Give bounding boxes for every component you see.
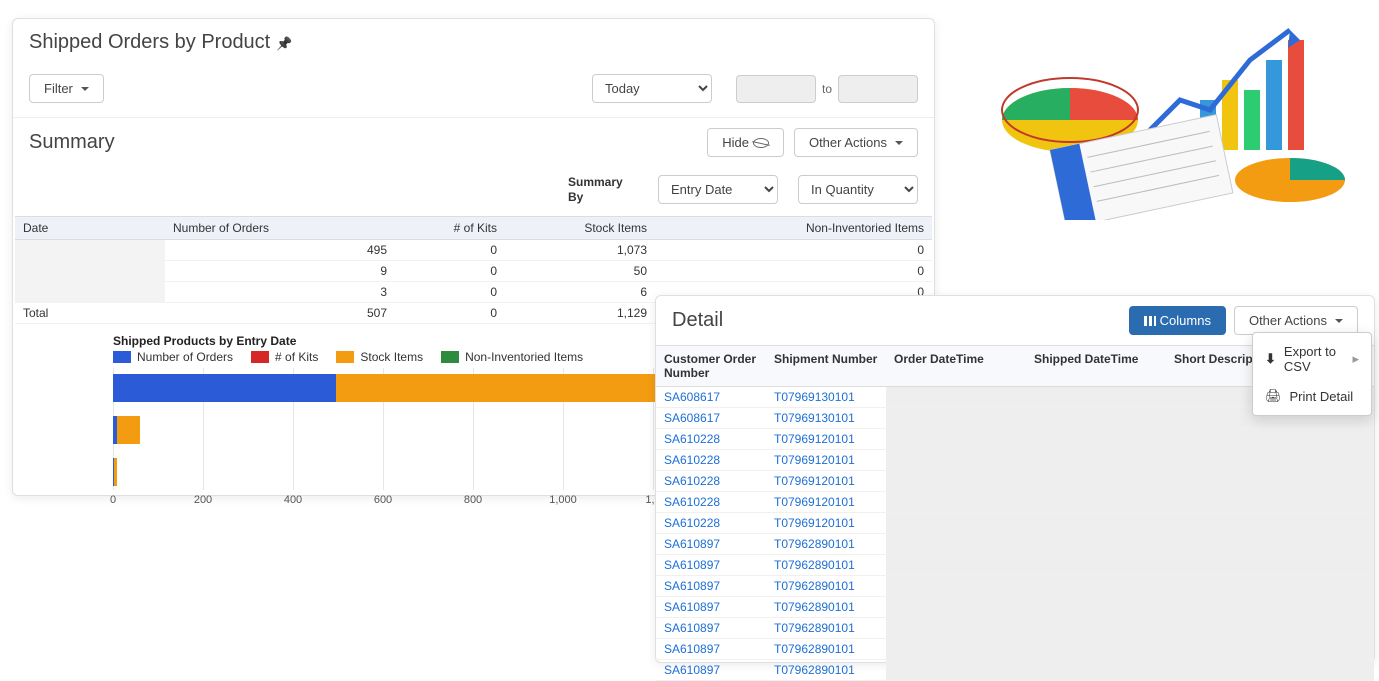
detail-row[interactable]: SA610228T07969120101 bbox=[656, 471, 1374, 492]
summary-title: Summary bbox=[29, 131, 115, 154]
summary-column-header: Number of Orders bbox=[165, 217, 395, 240]
legend-item[interactable]: Number of Orders bbox=[113, 350, 233, 364]
summary-by-select[interactable]: Entry Date bbox=[658, 175, 778, 204]
detail-title: Detail bbox=[672, 309, 723, 332]
summary-other-actions-button[interactable]: Other Actions bbox=[794, 128, 918, 157]
legend-item[interactable]: Non-Inventoried Items bbox=[441, 350, 583, 364]
legend-item[interactable]: Stock Items bbox=[336, 350, 423, 364]
summary-column-header: Stock Items bbox=[505, 217, 655, 240]
detail-row[interactable]: SA610897T07962890101 bbox=[656, 660, 1374, 681]
chart-bar-segment bbox=[114, 458, 117, 486]
chart-bar-segment bbox=[113, 374, 336, 402]
print-icon: 🖨 bbox=[1265, 388, 1282, 404]
date-to-input[interactable] bbox=[838, 75, 918, 103]
detail-row[interactable]: SA610228T07969120101 bbox=[656, 450, 1374, 471]
columns-icon bbox=[1144, 316, 1156, 326]
detail-row[interactable]: SA610897T07962890101 bbox=[656, 534, 1374, 555]
summary-row: 90500 bbox=[15, 261, 932, 282]
detail-row[interactable]: SA610228T07969120101 bbox=[656, 492, 1374, 513]
chart-bar-segment bbox=[117, 416, 140, 444]
hide-summary-button[interactable]: Hide bbox=[707, 128, 784, 157]
detail-row[interactable]: SA610228T07969120101 bbox=[656, 429, 1374, 450]
date-to-label: to bbox=[822, 82, 832, 96]
report-title: Shipped Orders by Product bbox=[29, 31, 292, 54]
summary-column-header: Non-Inventoried Items bbox=[655, 217, 932, 240]
detail-other-actions-button[interactable]: Other Actions bbox=[1234, 306, 1358, 335]
detail-column-header[interactable]: Order DateTime bbox=[886, 346, 1026, 387]
columns-button[interactable]: Columns bbox=[1129, 306, 1226, 335]
download-icon: ⬇ bbox=[1265, 351, 1276, 367]
date-preset-select[interactable]: Today bbox=[592, 74, 712, 103]
detail-column-header[interactable]: Shipment Number bbox=[766, 346, 886, 387]
detail-row[interactable]: SA610897T07962890101 bbox=[656, 597, 1374, 618]
summary-column-header: # of Kits bbox=[395, 217, 505, 240]
detail-row[interactable]: SA610228T07969120101 bbox=[656, 513, 1374, 534]
summary-by-label: Summary By bbox=[568, 175, 638, 204]
detail-row[interactable]: SA610897T07962890101 bbox=[656, 639, 1374, 660]
date-from-input[interactable] bbox=[736, 75, 816, 103]
summary-row: 49501,0730 bbox=[15, 240, 932, 261]
filter-button[interactable]: Filter bbox=[29, 74, 104, 103]
legend-item[interactable]: # of Kits bbox=[251, 350, 318, 364]
detail-row[interactable]: SA610897T07962890101 bbox=[656, 555, 1374, 576]
summary-column-header: Date bbox=[15, 217, 165, 240]
detail-column-header[interactable]: Customer Order Number bbox=[656, 346, 766, 387]
other-actions-menu: ⬇Export to CSV▸ 🖨Print Detail bbox=[1252, 332, 1372, 416]
summary-quantity-select[interactable]: In Quantity bbox=[798, 175, 918, 204]
export-csv-menu-item[interactable]: ⬇Export to CSV▸ bbox=[1253, 337, 1371, 381]
hide-icon bbox=[753, 138, 769, 148]
detail-row[interactable]: SA610897T07962890101 bbox=[656, 618, 1374, 639]
detail-row[interactable]: SA610897T07962890101 bbox=[656, 576, 1374, 597]
print-detail-menu-item[interactable]: 🖨Print Detail bbox=[1253, 381, 1371, 411]
detail-column-header[interactable]: Shipped DateTime bbox=[1026, 346, 1166, 387]
decorative-charts-graphic bbox=[990, 10, 1360, 220]
